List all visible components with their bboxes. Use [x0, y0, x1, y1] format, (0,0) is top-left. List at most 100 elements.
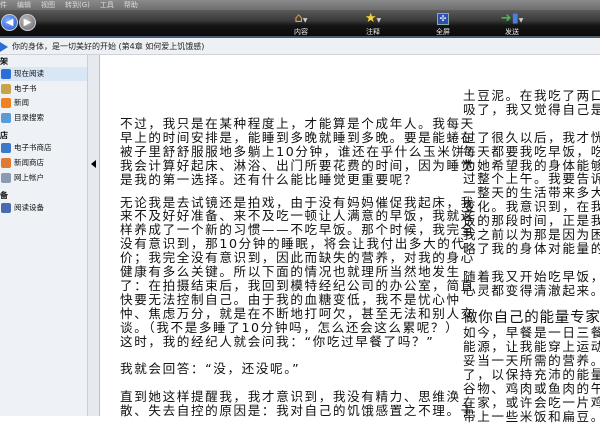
text-line: 来不及好好准备、来不及吃一顿让人满意的早饭，我就这	[120, 208, 475, 224]
sidebar-item[interactable]: 新闻商店	[0, 156, 87, 170]
text-line: 没有意识到，那10分钟的睡眠，将会让我付出多大的代	[120, 236, 466, 252]
annotations-button[interactable]: ★▼ 注释	[348, 11, 398, 37]
breadcrumb: 你的身体，是一切美好的开始 (第4章 如何爱上饥饿感)	[0, 38, 600, 55]
text-line: 过整个上午。我要告诉你	[463, 171, 600, 187]
text-line: 在家，或许会吃一片鸡肉	[463, 394, 600, 410]
home-icon: ⌂▼	[294, 11, 308, 26]
text-line: 心灵都变得清澈起来。	[463, 282, 600, 298]
text-line: 土豆泥。在我吃了两口后	[463, 88, 600, 103]
text-line: 快要无法控制自己。由于我的血糖变低，我不是忧心忡	[120, 291, 461, 307]
menu-item[interactable]: 帮助	[124, 1, 138, 9]
back-button[interactable]: ◀	[1, 14, 18, 31]
text-line: 被子里舒舒服服地多躺上10分钟，谁还在乎什么玉米饼？	[120, 143, 480, 159]
section-heading: 做你自己的能量专家	[463, 310, 600, 327]
ebook-store-icon	[1, 143, 11, 154]
arrow-left-icon: ◀	[5, 17, 14, 28]
sidebar-section-title: 店	[0, 131, 8, 141]
text-line: 随着我又开始吃早饭，随	[463, 268, 600, 284]
search-icon	[1, 112, 11, 123]
text-line: 谈。（我不是多睡了10分钟吗，怎么还会这么累呢？）	[120, 319, 460, 335]
send-button[interactable]: ➜▮▼ 发送	[487, 11, 537, 37]
paragraph: 直到她这样提醒我，我才意识到，我没有精力、思维涣 散、失去自控的原因是：我对自己的…	[120, 390, 480, 418]
text-line: 变化。我意识到，在我受	[463, 199, 600, 215]
text-line: 忡、焦虑万分，就是在不断地打呵欠，甚至无法和别人交	[120, 305, 475, 321]
sidebar-item[interactable]: 目录搜索	[0, 111, 87, 125]
paragraph: 过了很久以后，我才恍然每天都要我吃早饭，吃了为她希望我的身体能够获过整个上午。我…	[463, 129, 600, 256]
text-line: 价；我完全没有意识到，因此而缺失的营养，对我的身心	[120, 250, 475, 266]
menu-item[interactable]: 视图	[41, 1, 55, 9]
fullscreen-icon: ✣	[418, 11, 468, 27]
text-line: 了，以保持充沛的能量。	[463, 367, 600, 383]
account-icon	[1, 172, 11, 183]
sidebar-item-label: 新闻商店	[14, 158, 44, 167]
sidebar-collapse-bar[interactable]	[88, 55, 100, 416]
menu-item[interactable]: 工具	[100, 1, 114, 9]
text-line: 这时，我的经纪人就会问我：“你吃过早餐了吗？”	[120, 333, 435, 349]
text-line: 带上一些米饭和扁豆。然	[463, 408, 600, 424]
sidebar-item-label: 新闻	[14, 98, 29, 108]
text-line: 样养成了一个新的习惯——不吃早饭。那个时候，我完全	[120, 222, 475, 238]
paragraph: 土豆泥。在我吃了两口后吸了，我又觉得自己是正	[463, 89, 600, 117]
text-line: 健康有多么关键。所以下面的情况也就理所当然地发生	[120, 264, 461, 280]
text-line: 我之前以为那是因为困惑	[463, 227, 600, 243]
sidebar-item[interactable]: 电子书	[0, 82, 87, 96]
fullscreen-button[interactable]: ✣ 全屏	[418, 11, 468, 37]
forward-button[interactable]: ▶	[19, 14, 36, 31]
sidebar-item-label: 电子书	[14, 83, 37, 93]
sidebar-item-label: 目录搜索	[14, 112, 44, 122]
menu-item[interactable]: 件	[0, 1, 7, 9]
text-line: 略了我的身体对能量的需	[463, 240, 600, 256]
send-icon: ➜▮▼	[500, 11, 524, 26]
sidebar-item[interactable]: 现在阅读	[0, 67, 87, 81]
text-line: 早上的时间安排是，能睡到多晚就睡到多晚。要是能蜷在	[120, 129, 475, 145]
paragraph: 无论我是去试镜还是拍戏，由于没有妈妈催促我起床，我 来不及好好准备、来不及吃一顿让…	[120, 194, 480, 349]
text-line: 过了很久以后，我才恍然	[463, 129, 600, 145]
text-line: 如今，早餐是一日三餐中	[463, 325, 600, 341]
left-column: 不过，我只是在某种程度上，才能算是个成年人。我每天 早上的时间安排是，能睡到多晚就…	[120, 117, 480, 432]
collapse-left-icon[interactable]	[91, 160, 96, 168]
text-line: 饭的那段时间，正是我心	[463, 213, 600, 229]
device-icon	[1, 203, 11, 214]
text-line: 每天都要我吃早饭，吃了	[463, 143, 600, 159]
sidebar-item-label: 现在阅读	[14, 69, 44, 78]
contents-button[interactable]: ⌂▼ 内容	[276, 11, 326, 37]
text-line: 无论我是去试镜还是拍戏，由于没有妈妈催促我起床，我	[120, 194, 475, 210]
text-line: 妥当一天所需的营养。中	[463, 353, 600, 369]
paragraph: 如今，早餐是一日三餐中能源，让我能穿上运动鞋妥当一天所需的营养。中了，以保持充沛…	[463, 326, 600, 423]
text-line: 谷物、鸡肉或鱼肉的午餐	[463, 381, 600, 397]
sidebar-item[interactable]: 阅读设备	[0, 201, 87, 215]
right-column: 土豆泥。在我吃了两口后吸了，我又觉得自己是正过了很久以后，我才恍然每天都要我吃早…	[463, 89, 600, 438]
text-line: 不过，我只是在某种程度上，才能算是个成年人。我每天	[120, 116, 475, 131]
star-icon: ★▼	[364, 11, 382, 26]
paragraph: 我就会回答：“没，还没呢。”	[120, 362, 480, 376]
menu-item[interactable]: 编辑	[17, 1, 31, 9]
text-line: 直到她这样提醒我，我才意识到，我没有精力、思维涣	[120, 389, 461, 405]
text-line: 我会计算好起床、淋浴、出门所要花费的时间，因为睡觉	[120, 157, 475, 173]
play-icon	[1, 69, 11, 79]
sidebar-item-label: 电子书商店	[14, 143, 52, 153]
sidebar-item[interactable]: 新闻	[0, 96, 87, 110]
arrow-right-icon: ▶	[23, 17, 32, 28]
rss-icon	[1, 98, 11, 109]
sidebar-item-label: 阅读设备	[14, 203, 44, 213]
paragraph: 不过，我只是在某种程度上，才能算是个成年人。我每天 早上的时间安排是，能睡到多晚就…	[120, 117, 480, 187]
sidebar-item[interactable]: 网上帐户	[0, 171, 87, 185]
reading-page: 不过，我只是在某种程度上，才能算是个成年人。我每天 早上的时间安排是，能睡到多晚就…	[101, 55, 600, 423]
text-line: 我就会回答：“没，还没呢。”	[120, 361, 301, 377]
sidebar-item[interactable]: 电子书商店	[0, 141, 87, 155]
play-icon	[0, 42, 8, 52]
sidebar-section-title: 架	[0, 57, 8, 66]
news-store-icon	[1, 158, 11, 168]
sidebar-section-title: 备	[0, 191, 8, 201]
sidebar: 架现在阅读电子书新闻目录搜索店电子书商店新闻商店网上帐户备阅读设备	[0, 55, 88, 416]
menu-item[interactable]: 转到(G)	[65, 1, 90, 9]
text-line: 了：在拍摄结束后，我回到模特经纪公司的办公室，简直	[120, 277, 475, 293]
text-line: 能源，让我能穿上运动鞋	[463, 339, 600, 355]
paragraph: 随着我又开始吃早饭，随心灵都变得清澈起来。	[463, 268, 600, 298]
text-line: 吸了，我又觉得自己是正	[463, 101, 600, 117]
sidebar-item-label: 网上帐户	[14, 172, 44, 182]
toolbar: ◀ ▶ ⌂▼ 内容 ★▼ 注释 ✣ 全屏 ➜▮▼ 发送	[0, 10, 600, 38]
text-line: 为她希望我的身体能够获	[463, 157, 600, 173]
text-line: 是我的第一选择。还有什么能比睡觉更重要呢？	[120, 171, 419, 187]
menu-bar: 件 编辑 视图 转到(G) 工具 帮助	[0, 0, 600, 10]
